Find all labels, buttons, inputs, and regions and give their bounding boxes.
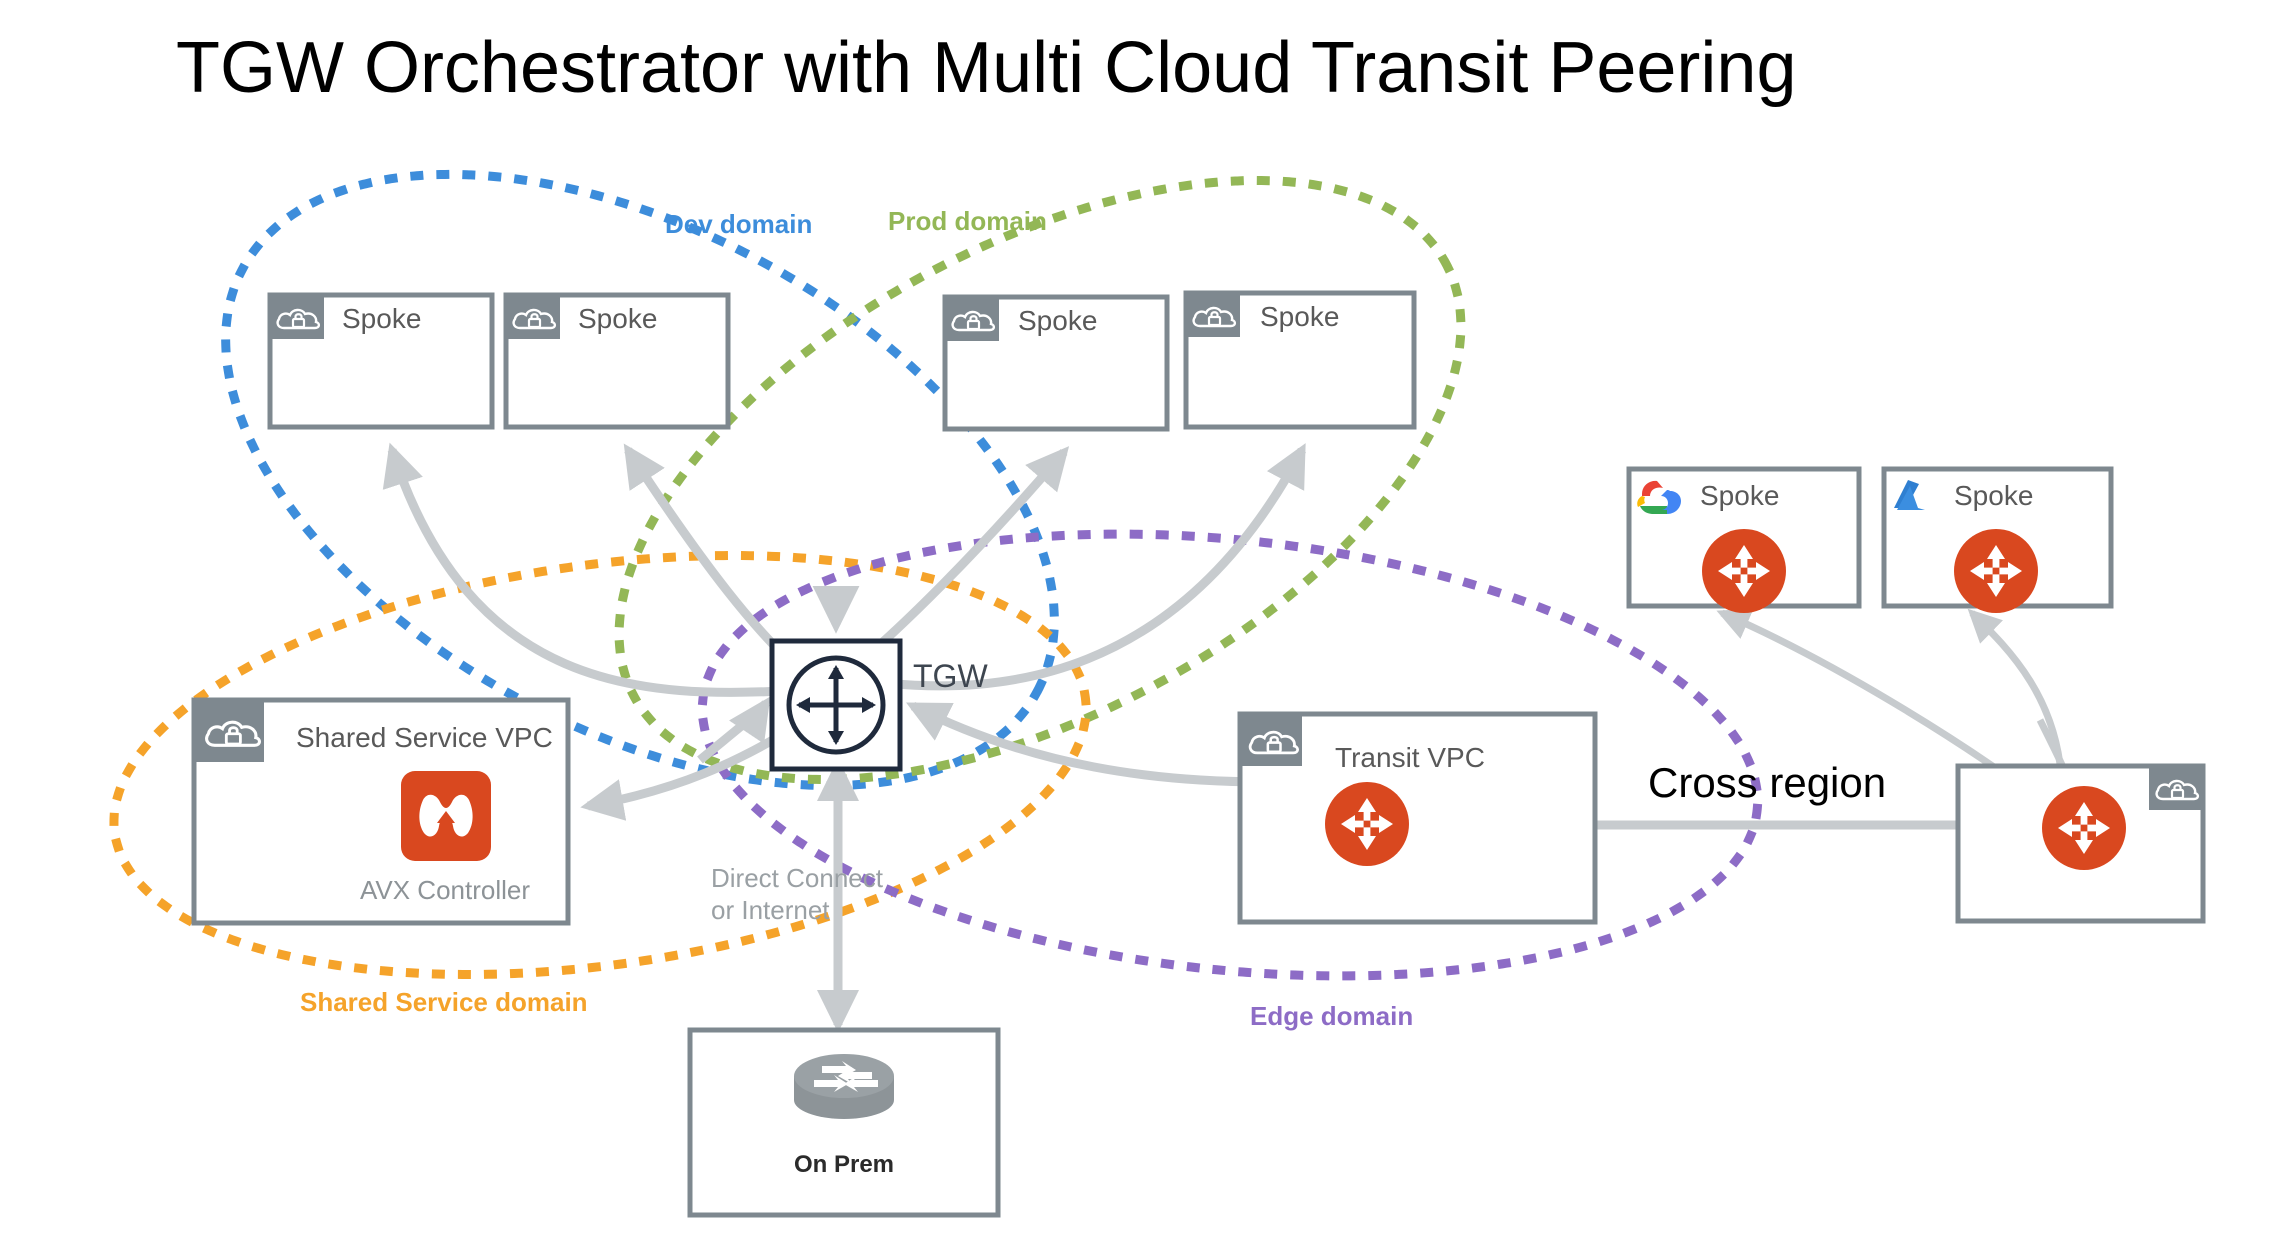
shared-service-vpc-label: Shared Service VPC: [296, 722, 553, 753]
node-dev-spoke-2[interactable]: Spoke: [503, 292, 731, 430]
node-transit-vpc[interactable]: Transit VPC: [1237, 711, 1598, 925]
azure-spoke-label: Spoke: [1954, 480, 2033, 511]
node-dev-spoke-1[interactable]: Spoke: [267, 292, 495, 430]
direct-connect-line1: Direct Connect: [711, 863, 884, 893]
aviatrix-gateway-icon: [2042, 786, 2126, 870]
aviatrix-gateway-icon: [1325, 782, 1409, 866]
nodes-layer: Spoke Spoke Spoke Spoke Spoke Spoke Shar…: [176, 28, 2206, 1218]
cross-region-label: Cross region: [1648, 759, 1886, 806]
dev-spoke-2-label: Spoke: [578, 303, 657, 334]
page-title: TGW Orchestrator with Multi Cloud Transi…: [176, 28, 1797, 108]
prod-spoke-1-label: Spoke: [1018, 305, 1097, 336]
node-gcp-spoke[interactable]: Spoke: [1626, 466, 1862, 613]
dev-domain-label: Dev domain: [665, 209, 812, 239]
prod-spoke-2-label: Spoke: [1260, 301, 1339, 332]
node-azure-spoke[interactable]: Spoke: [1881, 466, 2114, 613]
on-prem-label: On Prem: [794, 1151, 894, 1178]
tgw-label: TGW: [913, 658, 988, 694]
node-shared-service-vpc[interactable]: Shared Service VPC AVX Controller: [191, 697, 571, 926]
diagram-canvas: Spoke Spoke Spoke Spoke Spoke Spoke Shar…: [0, 0, 2274, 1248]
node-prod-spoke-1[interactable]: Spoke: [942, 294, 1170, 432]
node-remote-vpc[interactable]: [1955, 763, 2206, 924]
dev-spoke-1-label: Spoke: [342, 303, 421, 334]
router-icon: [794, 1054, 894, 1119]
aviatrix-gateway-icon: [1702, 529, 1786, 613]
edge-domain-label: Edge domain: [1250, 1001, 1413, 1031]
transit-vpc-label: Transit VPC: [1335, 742, 1485, 773]
aviatrix-controller-icon: [401, 771, 491, 861]
direct-connect-line2: or Internet: [711, 895, 830, 925]
node-on-prem[interactable]: On Prem: [687, 1027, 1001, 1218]
node-tgw[interactable]: TGW: [769, 638, 988, 772]
node-prod-spoke-2[interactable]: Spoke: [1183, 290, 1417, 430]
transit-gateway-icon: [786, 655, 886, 755]
shared-service-domain-label: Shared Service domain: [300, 987, 588, 1017]
aviatrix-gateway-icon: [1954, 529, 2038, 613]
gcp-spoke-label: Spoke: [1700, 480, 1779, 511]
avx-controller-caption: AVX Controller: [360, 875, 530, 905]
prod-domain-label: Prod domain: [888, 206, 1047, 236]
